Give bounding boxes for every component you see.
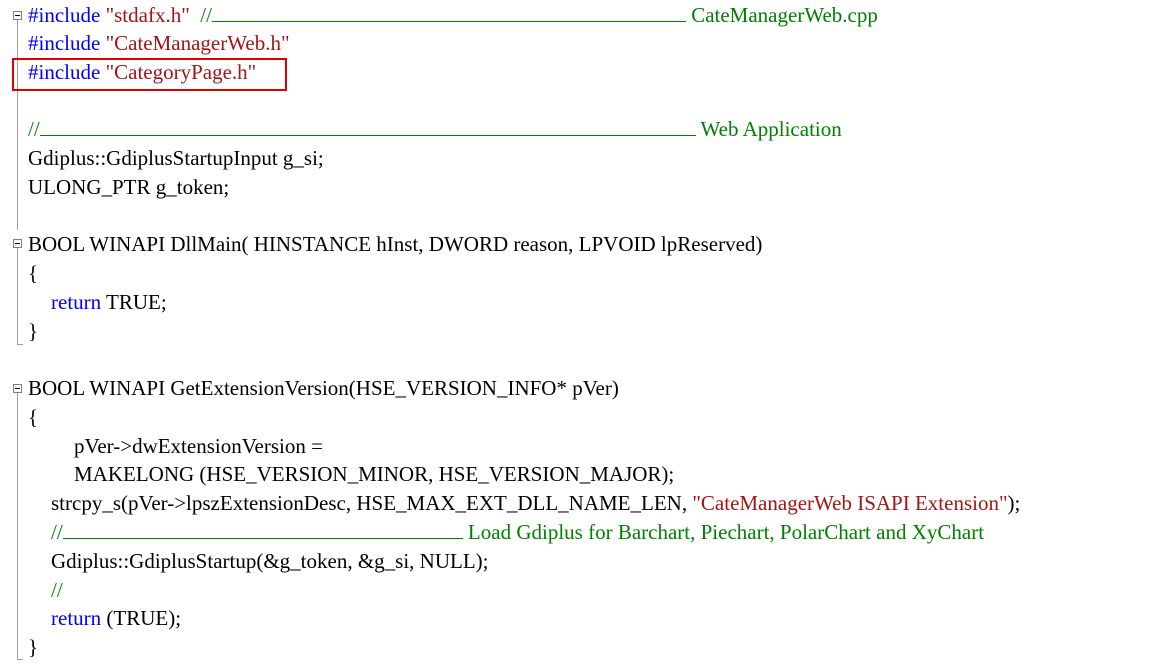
code-line: ULONG_PTR g_token; [28,175,230,199]
highlight-box [12,58,287,91]
code-line: Gdiplus::GdiplusStartupInput g_si; [28,146,324,170]
code-line: #include "stdafx.h" // CateManagerWeb.cp… [28,1,878,30]
comment-title: Load Gdiplus for Barchart, Piechart, Pol… [467,520,985,544]
code-line: // Web Application [28,115,842,144]
code-line: BOOL WINAPI GetExtensionVersion(HSE_VERS… [28,376,619,400]
code-line: { [28,405,39,429]
keyword: return [51,290,102,314]
string-literal: "CateManagerWeb ISAPI Extension" [692,491,1008,515]
string-literal: "stdafx.h" [105,3,190,27]
collapse-icon[interactable] [13,11,22,20]
comment: // [28,117,40,141]
code-text: (TRUE); [101,606,182,630]
comment-title: Web Application [700,117,842,141]
code-editor[interactable]: #include "stdafx.h" // CateManagerWeb.cp… [0,0,1149,672]
code-line: BOOL WINAPI DllMain( HINSTANCE hInst, DW… [28,232,763,256]
fold-guide [17,20,18,230]
code-line: // Load Gdiplus for Barchart, Piechart, … [51,518,984,547]
code-line: return (TRUE); [51,604,181,633]
fold-end [17,659,23,660]
code-line: Gdiplus::GdiplusStartup(&g_token, &g_si,… [51,549,489,573]
code-text: strcpy_s(pVer->lpszExtensionDesc, HSE_MA… [51,491,693,515]
collapse-icon[interactable] [13,239,22,248]
comment: // [51,578,63,602]
string-literal: "CateManagerWeb.h" [105,31,290,55]
code-text: ); [1007,491,1021,515]
comment-rule [62,518,463,539]
keyword: #include [28,31,101,55]
fold-end [17,344,23,345]
code-line: } [28,319,39,343]
code-text: TRUE; [101,290,167,314]
comment: // [51,520,63,544]
fold-guide [17,393,18,659]
code-line: strcpy_s(pVer->lpszExtensionDesc, HSE_MA… [51,489,1020,518]
comment-rule [39,115,696,136]
code-line: MAKELONG (HSE_VERSION_MINOR, HSE_VERSION… [74,462,675,486]
comment: // [200,3,212,27]
code-line: } [28,635,39,659]
comment-rule [211,1,686,22]
comment-title: CateManagerWeb.cpp [691,3,878,27]
code-line: return TRUE; [51,288,167,317]
code-line: // [51,576,63,605]
code-line: pVer->dwExtensionVersion = [74,434,323,458]
code-line: { [28,261,39,285]
collapse-icon[interactable] [13,384,22,393]
code-line: #include "CateManagerWeb.h" [28,29,290,58]
fold-guide [17,248,18,344]
keyword: return [51,606,102,630]
keyword: #include [28,3,101,27]
